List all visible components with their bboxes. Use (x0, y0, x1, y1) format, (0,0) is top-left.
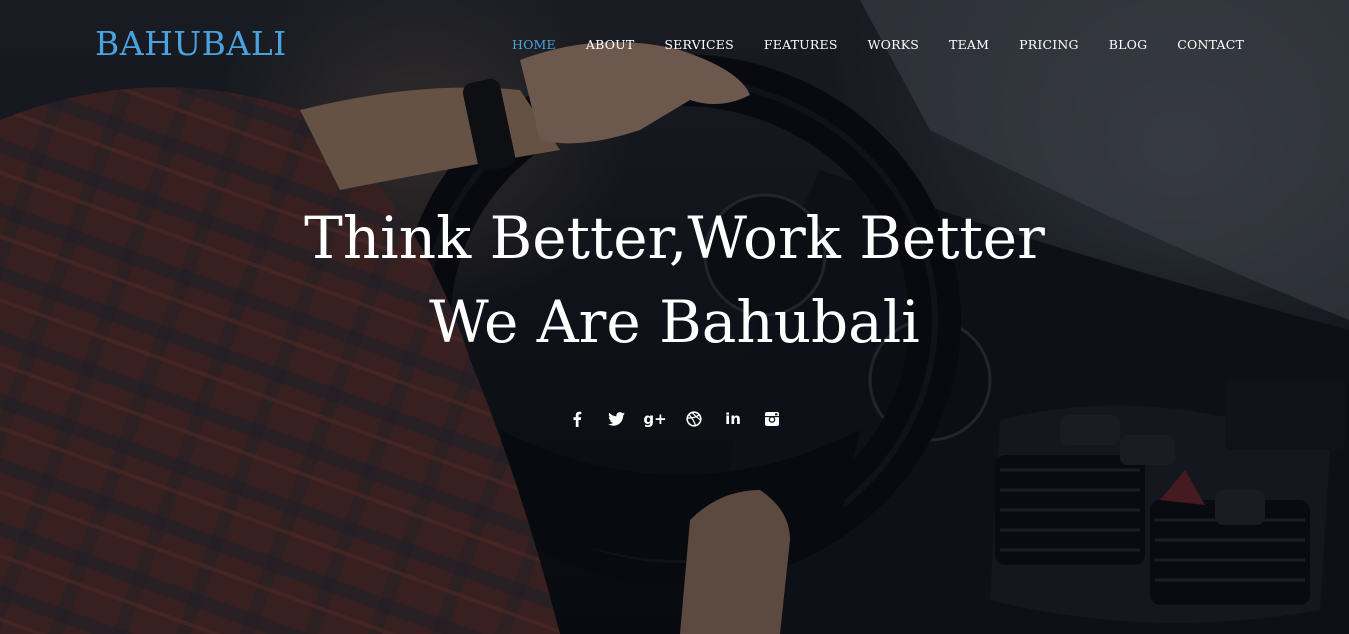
menu-item-contact: CONTACT (1177, 36, 1244, 54)
google-plus-icon[interactable]: g+ (643, 408, 666, 430)
menu-item-about: ABOUT (586, 36, 635, 54)
hero-headline-line-1: Think Better,Work Better (304, 204, 1045, 272)
hero-section: BAHUBALI HOME ABOUT SERVICES FEATURES WO… (0, 0, 1349, 634)
twitter-icon[interactable] (607, 408, 626, 430)
menu-item-works: WORKS (868, 36, 919, 54)
nav-link-blog[interactable]: BLOG (1109, 37, 1148, 52)
nav-link-services[interactable]: SERVICES (664, 37, 733, 52)
hero-headline-line-2: We Are Bahubali (429, 288, 920, 356)
brand-logo[interactable]: BAHUBALI (95, 24, 287, 63)
nav-link-pricing[interactable]: PRICING (1019, 37, 1079, 52)
facebook-icon[interactable] (568, 408, 587, 430)
nav-link-features[interactable]: FEATURES (764, 37, 838, 52)
nav-link-home[interactable]: HOME (512, 37, 556, 52)
main-menu: HOME ABOUT SERVICES FEATURES WORKS TEAM … (482, 36, 1244, 54)
menu-item-features: FEATURES (764, 36, 838, 54)
dribbble-icon[interactable] (685, 408, 704, 430)
menu-item-home: HOME (512, 36, 556, 54)
nav-link-works[interactable]: WORKS (868, 37, 919, 52)
menu-item-pricing: PRICING (1019, 36, 1079, 54)
menu-item-services: SERVICES (664, 36, 733, 54)
social-links: g+ in (0, 408, 1349, 430)
nav-link-about[interactable]: ABOUT (586, 37, 635, 52)
menu-item-blog: BLOG (1109, 36, 1148, 54)
nav-link-contact[interactable]: CONTACT (1177, 37, 1244, 52)
navbar: BAHUBALI HOME ABOUT SERVICES FEATURES WO… (0, 0, 1349, 90)
hero-headline: Think Better,Work Better We Are Bahubali (0, 196, 1349, 364)
instagram-icon[interactable] (763, 408, 782, 430)
nav-link-team[interactable]: TEAM (949, 37, 989, 52)
menu-item-team: TEAM (949, 36, 989, 54)
linkedin-icon[interactable]: in (724, 408, 743, 430)
